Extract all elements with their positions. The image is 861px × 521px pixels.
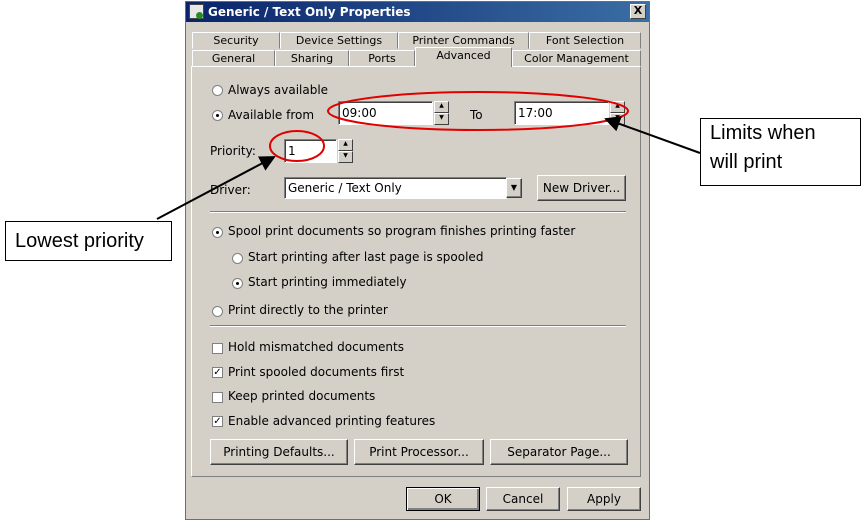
- limits-callout-line2: will print: [710, 151, 783, 173]
- priority-highlight-ellipse: [269, 130, 325, 162]
- limits-callout-line1: Limits when: [710, 122, 816, 144]
- time-range-highlight-ellipse: [327, 91, 629, 131]
- tab-advanced[interactable]: Advanced: [415, 47, 512, 67]
- limits-callout: Limits when will print: [700, 118, 861, 186]
- limits-arrow: [604, 116, 701, 154]
- lowest-priority-callout: Lowest priority: [5, 221, 172, 261]
- priority-arrow: [156, 156, 276, 220]
